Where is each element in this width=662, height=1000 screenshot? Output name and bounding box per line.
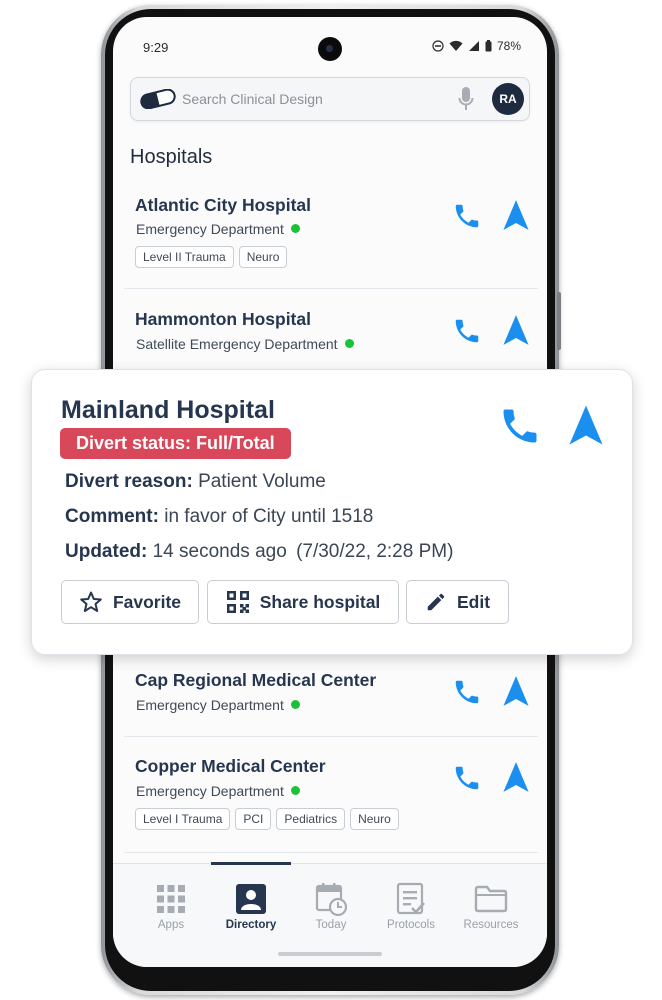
do-not-disturb-icon [432,40,444,52]
nav-tab-resources[interactable]: Resources [451,882,531,931]
status-dot [290,700,300,709]
comment-value: in favor of City until 1518 [164,506,374,527]
star-icon [80,591,102,612]
status-time: 9:29 [143,40,169,55]
hospital-name: Copper Medical Center [135,756,326,776]
front-camera [318,37,342,61]
hospital-department: Emergency Department [136,221,300,237]
divert-reason-value: Patient Volume [198,471,326,492]
navigate-icon[interactable] [502,314,530,346]
navigate-icon[interactable] [568,404,604,446]
phone-icon[interactable] [452,316,482,346]
navigate-icon[interactable] [502,199,530,231]
comment-label: Comment: [65,506,159,527]
hospital-name: Atlantic City Hospital [135,195,311,215]
updated-label: Updated: [65,541,148,562]
directory-icon [236,884,266,914]
hospital-tag: Neuro [238,246,288,268]
status-bar: 9:29 78% [113,17,547,77]
divert-reason-label: Divert reason: [65,471,193,492]
hospital-detail-card: Mainland Hospital Divert status: Full/To… [31,369,633,655]
signal-icon [468,41,479,51]
favorite-label: Favorite [112,591,182,612]
hospital-tags: Level II Trauma Neuro [135,246,288,268]
nav-tab-today[interactable]: Today [291,882,371,931]
status-dot [290,224,300,233]
comment-row: Comment: in favor of City until 1518 [65,506,373,528]
hospital-tags: Level I Trauma PCI Pediatrics Neuro [135,808,399,830]
nav-tab-apps[interactable]: Apps [131,882,211,931]
qr-code-icon [226,591,249,613]
edit-label: Edit [456,591,491,612]
divert-status-badge: Divert status: Full/Total [60,428,291,459]
nav-tab-directory[interactable]: Directory [211,882,291,931]
phone-icon[interactable] [452,201,482,231]
status-dot [344,339,354,348]
divert-reason-row: Divert reason: Patient Volume [65,471,326,493]
hospital-department: Emergency Department [136,697,300,713]
hospital-tag: Level I Trauma [135,808,231,830]
section-title: Hospitals [130,146,213,168]
avatar[interactable]: RA [492,83,524,115]
apps-grid-icon [157,885,185,913]
status-icons: 78% [432,39,521,53]
nav-label: Apps [157,919,185,931]
phone-side-button [557,292,561,350]
nav-label: Protocols [387,919,435,931]
nav-label: Today [315,919,347,931]
updated-value: 14 seconds ago [152,541,287,562]
navigate-icon[interactable] [502,761,530,793]
calendar-clock-icon [315,883,347,916]
battery-percent: 78% [496,39,521,53]
edit-button[interactable]: Edit [406,580,509,624]
nav-active-indicator [211,862,291,865]
hospital-tag: Neuro [350,808,399,830]
nav-tab-protocols[interactable]: Protocols [371,882,451,931]
pill-logo-icon [140,89,176,109]
updated-timestamp: (7/30/22, 2:28 PM) [296,541,454,562]
protocols-icon [396,882,425,915]
hospital-department: Emergency Department [136,783,300,799]
home-indicator [278,952,382,956]
microphone-icon[interactable] [458,86,474,112]
phone-icon[interactable] [452,763,482,793]
search-input[interactable]: Search Clinical Design [182,91,323,107]
favorite-button[interactable]: Favorite [61,580,199,624]
wifi-icon [449,40,463,51]
detail-hospital-name: Mainland Hospital [61,396,275,424]
phone-icon[interactable] [498,404,542,448]
hospital-tag: Level II Trauma [135,246,234,268]
hospital-list-item[interactable]: Cap Regional Medical Center Emergency De… [124,653,538,737]
share-hospital-label: Share hospital [259,591,381,612]
folder-icon [474,885,508,913]
nav-label: Directory [225,919,277,931]
hospital-list-item[interactable]: Atlantic City Hospital Emergency Departm… [124,181,538,289]
search-bar[interactable]: Search Clinical Design RA [130,77,530,121]
nav-label: Resources [463,919,519,931]
share-hospital-button[interactable]: Share hospital [207,580,399,624]
hospital-list-item[interactable]: Copper Medical Center Emergency Departme… [124,737,538,853]
hospital-tag: PCI [235,808,272,830]
updated-row: Updated: 14 seconds ago (7/30/22, 2:28 P… [65,541,453,563]
navigate-icon[interactable] [502,675,530,707]
hospital-department: Satellite Emergency Department [136,336,354,352]
hospital-tag: Pediatrics [276,808,346,830]
pencil-icon [427,593,445,611]
phone-icon[interactable] [452,677,482,707]
battery-icon [485,40,492,52]
status-dot [290,786,300,795]
hospital-name: Hammonton Hospital [135,309,311,329]
hospital-name: Cap Regional Medical Center [135,670,377,690]
